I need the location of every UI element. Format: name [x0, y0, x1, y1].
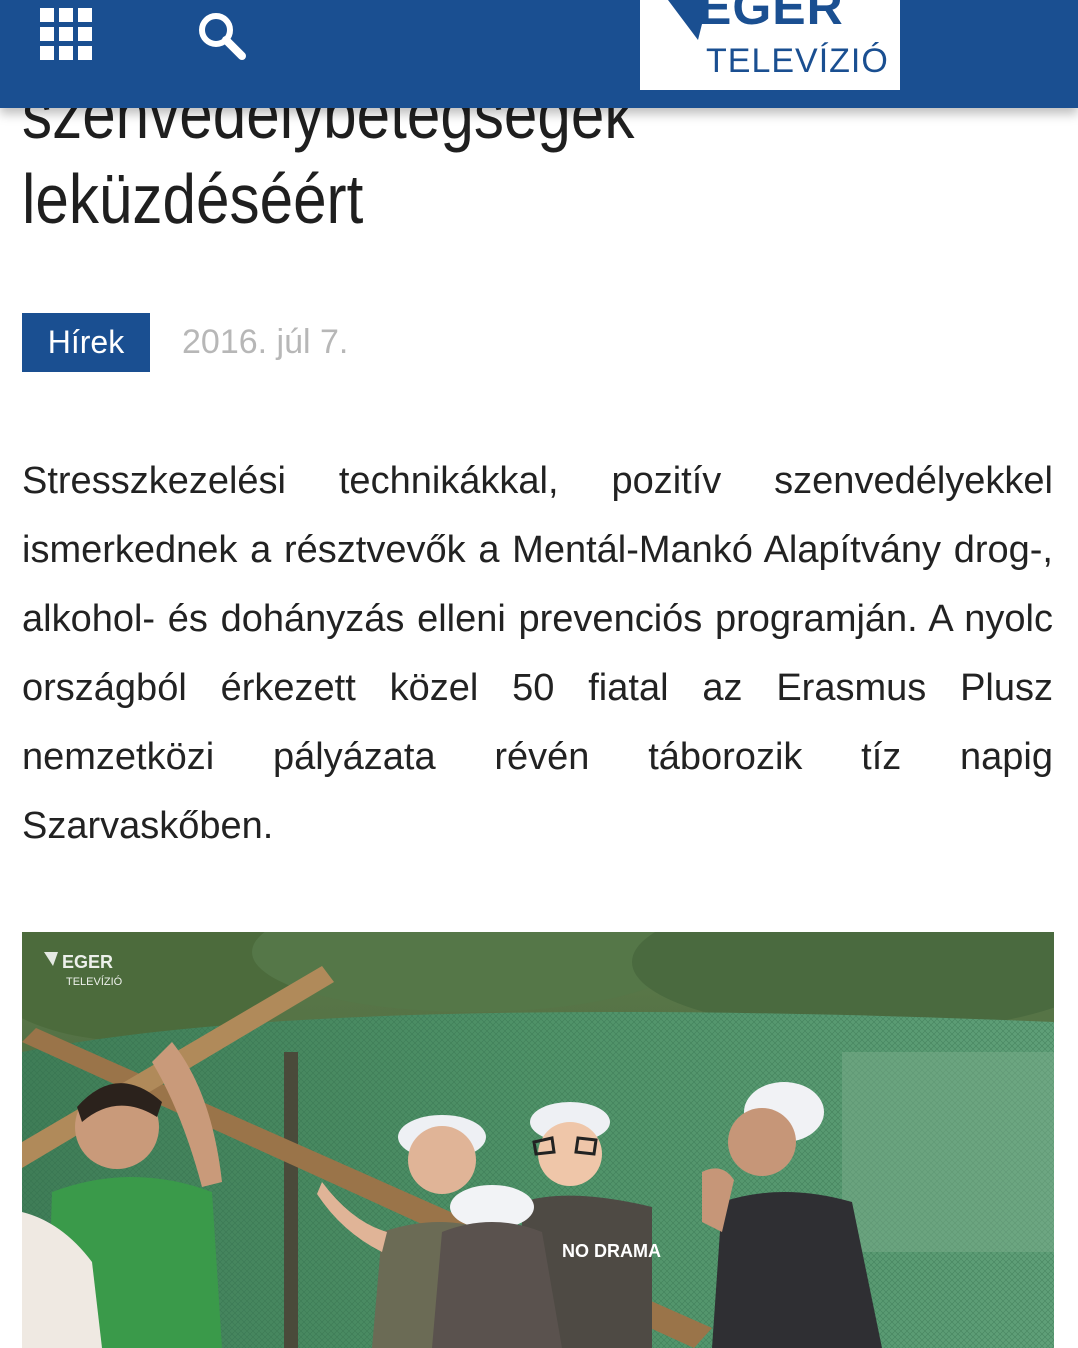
page: EGER TELEVÍZIÓ szenvedélybetegségek lekü…	[0, 0, 1078, 1348]
shirt-text: NO DRAMA	[562, 1241, 661, 1261]
watermark-subtitle: TELEVÍZIÓ	[66, 975, 123, 988]
logo-subtitle: TELEVÍZIÓ	[706, 42, 889, 80]
article-title-line: leküzdéséért	[22, 160, 364, 238]
logo[interactable]: EGER TELEVÍZIÓ	[640, 0, 900, 90]
watermark-brand: EGER	[62, 952, 113, 972]
article-lead: Stresszkezelési technikákkal, pozitív sz…	[22, 460, 1053, 847]
logo-brand: EGER	[698, 0, 844, 35]
grid-menu-icon[interactable]	[38, 6, 98, 66]
category-tag[interactable]: Hírek	[22, 313, 150, 372]
publish-date: 2016. júl 7.	[182, 323, 349, 361]
article-title-line: szenvedélybetegségek	[22, 108, 635, 153]
search-icon[interactable]	[196, 10, 248, 62]
article-title-area: szenvedélybetegségek leküzdéséért	[0, 108, 1078, 278]
top-bar: EGER TELEVÍZIÓ	[0, 0, 1078, 108]
article-photo[interactable]: NO DRAMA EGER TELEVÍZIÓ	[22, 932, 1054, 1348]
article-title: szenvedélybetegségek leküzdéséért	[22, 108, 916, 242]
